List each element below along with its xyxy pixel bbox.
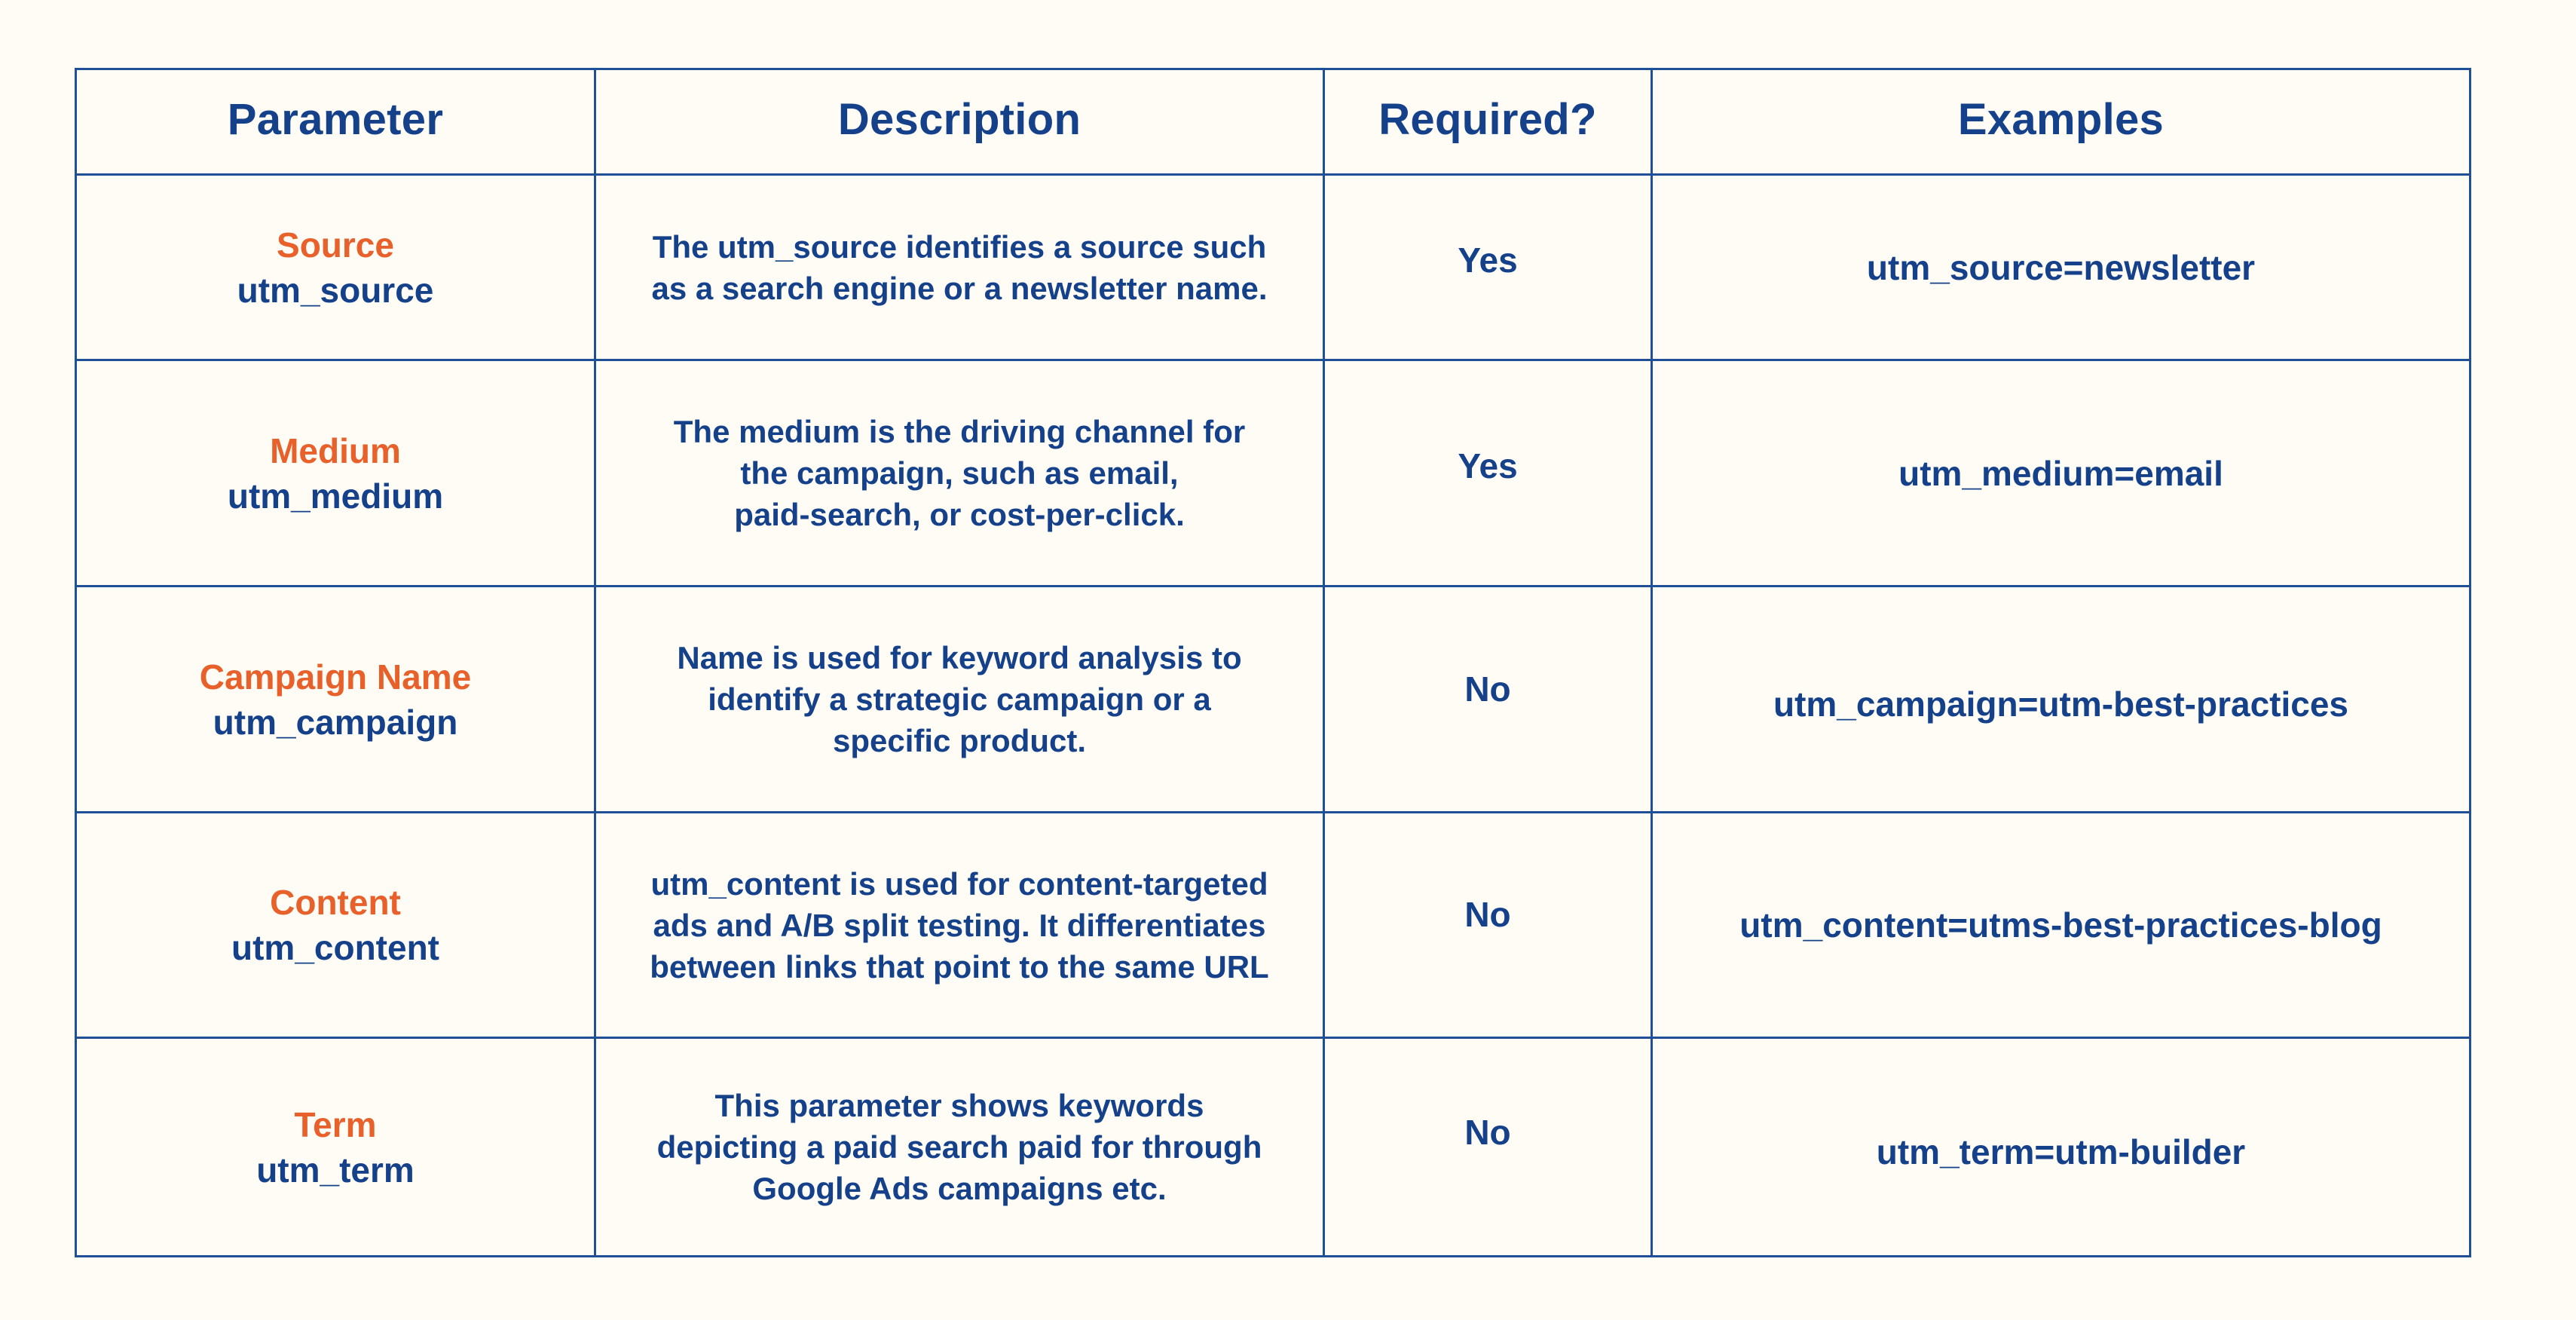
table-header-row: Parameter Description Required? Examples bbox=[75, 68, 2471, 176]
parameter-name: Campaign Name bbox=[199, 657, 472, 697]
table-row: Source utm_source The utm_source identif… bbox=[75, 173, 2471, 361]
table-row: Medium utm_medium The medium is the driv… bbox=[75, 359, 2471, 587]
example-value: utm_term=utm-builder bbox=[1876, 1132, 2246, 1171]
example-value: utm_medium=email bbox=[1898, 453, 2223, 493]
required-value: No bbox=[1464, 895, 1511, 934]
required-cell: No bbox=[1323, 1037, 1653, 1257]
parameter-code: utm_source bbox=[237, 270, 434, 310]
table-row: Term utm_term This parameter shows keywo… bbox=[75, 1037, 2471, 1257]
required-value: Yes bbox=[1458, 240, 1518, 280]
required-cell: No bbox=[1323, 585, 1653, 813]
parameter-name: Medium bbox=[270, 430, 401, 470]
header-description: Description bbox=[594, 68, 1325, 176]
required-value: No bbox=[1464, 669, 1511, 709]
parameter-name: Content bbox=[270, 883, 401, 922]
example-cell: utm_content=utms-best-practices-blog bbox=[1651, 811, 2471, 1039]
parameter-name: Source bbox=[277, 225, 394, 265]
header-required: Required? bbox=[1323, 68, 1653, 176]
description-cell: The medium is the driving channel for th… bbox=[594, 359, 1325, 587]
description-cell: utm_content is used for content-targeted… bbox=[594, 811, 1325, 1039]
description-cell: Name is used for keyword analysis to ide… bbox=[594, 585, 1325, 813]
parameter-cell: Source utm_source bbox=[75, 173, 596, 361]
required-cell: No bbox=[1323, 811, 1653, 1039]
example-cell: utm_medium=email bbox=[1651, 359, 2471, 587]
parameter-code: utm_campaign bbox=[213, 702, 458, 742]
header-examples: Examples bbox=[1651, 68, 2471, 176]
example-value: utm_campaign=utm-best-practices bbox=[1773, 684, 2349, 724]
example-value: utm_content=utms-best-practices-blog bbox=[1739, 905, 2382, 945]
utm-parameters-table: Parameter Description Required? Examples… bbox=[75, 68, 2471, 1257]
parameter-code: utm_medium bbox=[227, 476, 444, 516]
required-cell: Yes bbox=[1323, 173, 1653, 361]
example-cell: utm_campaign=utm-best-practices bbox=[1651, 585, 2471, 813]
parameter-cell: Medium utm_medium bbox=[75, 359, 596, 587]
parameter-cell: Term utm_term bbox=[75, 1037, 596, 1257]
description-cell: This parameter shows keywords depicting … bbox=[594, 1037, 1325, 1257]
parameter-cell: Content utm_content bbox=[75, 811, 596, 1039]
header-parameter: Parameter bbox=[75, 68, 596, 176]
example-cell: utm_term=utm-builder bbox=[1651, 1037, 2471, 1257]
required-value: No bbox=[1464, 1112, 1511, 1152]
parameter-code: utm_term bbox=[256, 1150, 415, 1190]
required-value: Yes bbox=[1458, 446, 1518, 485]
parameter-name: Term bbox=[294, 1104, 377, 1144]
table-row: Campaign Name utm_campaign Name is used … bbox=[75, 585, 2471, 813]
required-cell: Yes bbox=[1323, 359, 1653, 587]
example-cell: utm_source=newsletter bbox=[1651, 173, 2471, 361]
example-value: utm_source=newsletter bbox=[1866, 247, 2256, 287]
table-row: Content utm_content utm_content is used … bbox=[75, 811, 2471, 1039]
parameter-code: utm_content bbox=[231, 928, 439, 967]
parameter-cell: Campaign Name utm_campaign bbox=[75, 585, 596, 813]
description-cell: The utm_source identifies a source such … bbox=[594, 173, 1325, 361]
